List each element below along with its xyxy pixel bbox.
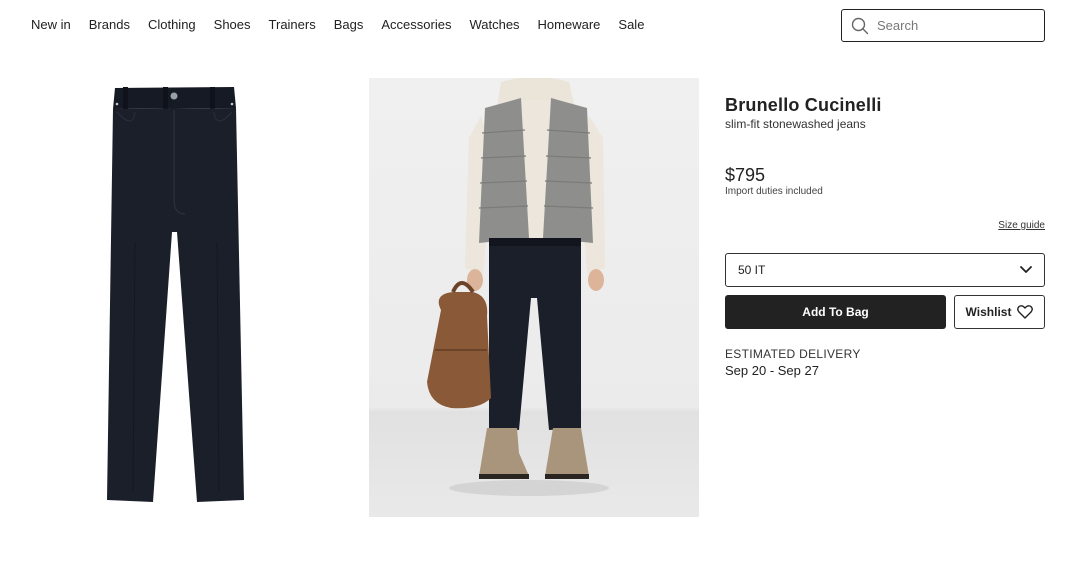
product-brand[interactable]: Brunello Cucinelli <box>725 95 882 116</box>
top-navigation: New in Brands Clothing Shoes Trainers Ba… <box>0 0 1080 52</box>
product-page: New in Brands Clothing Shoes Trainers Ba… <box>0 0 1080 564</box>
wishlist-label: Wishlist <box>965 305 1012 319</box>
nav-link-clothing[interactable]: Clothing <box>148 17 196 32</box>
chevron-down-icon <box>1020 266 1032 274</box>
search-box[interactable] <box>841 9 1045 42</box>
heart-icon <box>1017 305 1034 319</box>
delivery-title: ESTIMATED DELIVERY <box>725 347 861 361</box>
product-image-jeans[interactable] <box>95 82 255 507</box>
duties-note: Import duties included <box>725 186 823 197</box>
add-to-bag-button[interactable]: Add To Bag <box>725 295 946 329</box>
size-guide-link[interactable]: Size guide <box>998 220 1045 231</box>
size-select[interactable]: 50 IT <box>725 253 1045 287</box>
selected-size: 50 IT <box>738 263 766 277</box>
wishlist-button[interactable]: Wishlist <box>954 295 1045 329</box>
nav-link-new-in[interactable]: New in <box>31 17 71 32</box>
search-icon[interactable] <box>851 17 869 35</box>
product-image-model[interactable] <box>369 78 699 517</box>
category-nav: New in Brands Clothing Shoes Trainers Ba… <box>31 17 644 32</box>
nav-link-accessories[interactable]: Accessories <box>381 17 451 32</box>
nav-link-watches[interactable]: Watches <box>469 17 519 32</box>
nav-link-bags[interactable]: Bags <box>334 17 364 32</box>
nav-link-trainers[interactable]: Trainers <box>269 17 316 32</box>
nav-link-brands[interactable]: Brands <box>89 17 130 32</box>
product-price: $795 <box>725 165 766 185</box>
nav-link-sale[interactable]: Sale <box>618 17 644 32</box>
nav-link-homeware[interactable]: Homeware <box>538 17 601 32</box>
nav-link-shoes[interactable]: Shoes <box>214 17 251 32</box>
search-input[interactable] <box>877 18 1027 33</box>
product-name: slim-fit stonewashed jeans <box>725 117 866 131</box>
add-to-bag-label: Add To Bag <box>802 305 869 319</box>
delivery-dates: Sep 20 - Sep 27 <box>725 363 819 378</box>
